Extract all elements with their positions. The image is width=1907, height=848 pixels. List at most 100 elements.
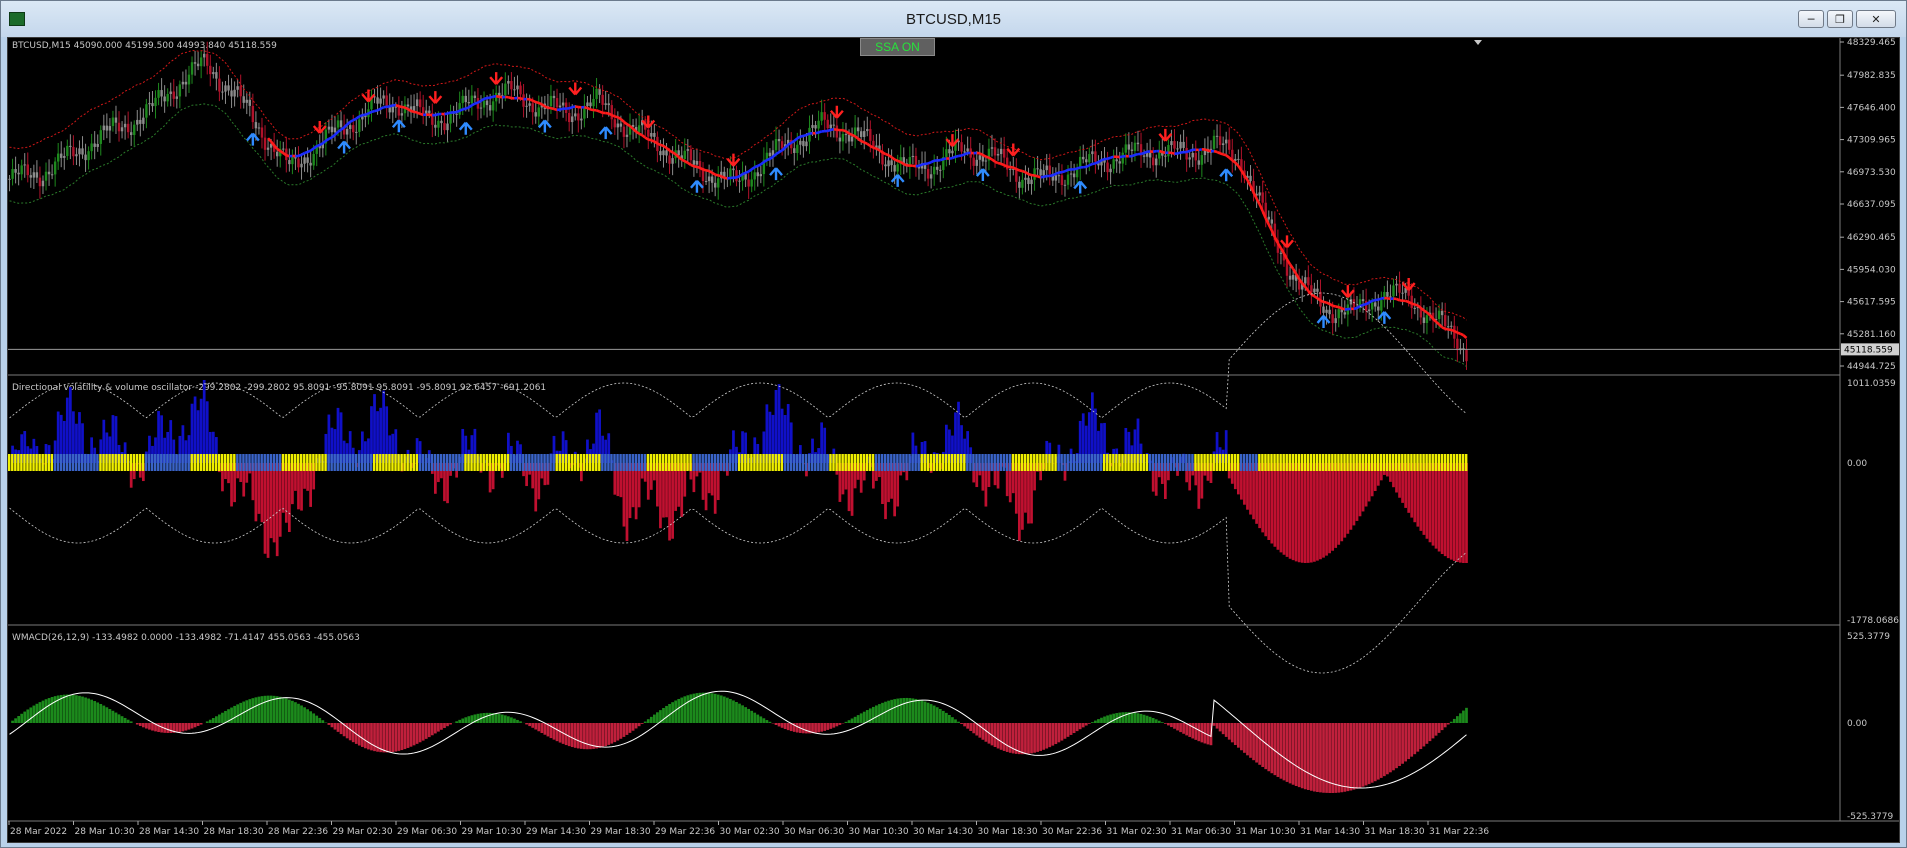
ssa-line-segment [766,157,771,162]
chart-area[interactable]: 48329.465 47982.835 47646.400 47309.965 4697… [7,37,1900,843]
candle-body [589,102,592,107]
candle-body [20,165,23,175]
candle-body [1136,142,1140,145]
candle-body [184,81,188,85]
ssa-line-segment [468,104,473,109]
ssa-line-segment [796,135,802,140]
candle-body [251,105,255,123]
candle-body [738,180,741,182]
time-tick-label: 28 Mar 14:30 [139,827,199,837]
chart-canvas[interactable]: 48329.465 47982.835 47646.400 47309.965 4697… [8,38,1899,842]
ssa-line-segment [991,158,996,163]
ssa-line-segment [912,164,917,168]
candle-body [1185,147,1188,160]
ssa-line-segment [1034,174,1038,178]
candle-body [1367,309,1371,312]
ssa-line-segment [644,136,649,141]
ssa-line-segment [1143,150,1148,155]
lower-band [9,103,1467,368]
candle-body [53,161,57,175]
candle-body [1030,179,1033,185]
candle-body [449,112,452,124]
ssa-line-segment [1000,162,1005,167]
close-icon[interactable]: ✕ [1856,10,1896,28]
candle-body [793,148,796,153]
ssa-line-segment [312,145,318,150]
candle-body [1261,192,1264,203]
candle-body [1118,161,1121,164]
ssa-line-segment [282,151,288,157]
candle-body [1066,174,1070,185]
candle-body [50,174,54,176]
ssa-line-segment [845,130,850,135]
window-title: BTCUSD,M15 [905,10,1002,28]
candle-body [1045,165,1048,171]
candle-body [1380,300,1383,311]
candle-body [1115,159,1118,162]
candle-body [990,147,994,149]
candle-body [1009,168,1012,170]
time-tick-label: 29 Mar 18:30 [591,827,651,837]
ssa-line-segment [800,134,804,138]
ssa-line-segment [1326,301,1331,306]
candle-body [516,85,519,90]
candle-body [1386,292,1389,297]
ssa-line-segment [842,128,847,133]
ssa-line-segment [614,115,619,119]
price-tick-label: 47646.400 [1847,103,1896,113]
ssa-toggle-button[interactable]: SSA ON [860,38,935,56]
candle-body [601,94,604,105]
restore-icon[interactable]: ❐ [1827,10,1853,28]
candle-body [352,125,355,133]
candle-body [893,165,896,172]
candle-body [434,124,437,128]
candle-body [35,172,39,178]
ssa-line-segment [404,106,409,111]
candle-body [221,91,224,93]
ssa-line-segment [690,163,695,168]
ssa-line-segment [1441,326,1446,330]
candle-body [945,149,948,158]
candle-body [488,105,492,111]
candle-body [820,112,823,121]
ssa-line-segment [699,166,704,171]
candle-body [1194,152,1197,161]
ssa-line-segment [1161,150,1166,155]
candle-body [504,83,507,96]
candle-body [929,174,933,179]
candle-body [391,106,394,113]
candle-body [358,119,361,132]
candle-body [838,137,842,142]
ssa-line-segment [374,109,378,113]
ssa-line-segment [921,162,926,166]
ssa-line-segment [1110,155,1115,159]
candle-body [555,98,559,108]
candle-body [163,96,166,102]
candle-body [1164,155,1167,157]
minimize-icon[interactable]: ─ [1798,10,1824,28]
candle-body [510,80,513,90]
arrow-down-icon [1006,143,1021,157]
candle-body [473,95,477,99]
candle-body [309,162,312,166]
candle-body [306,157,309,163]
price-tick-label: 47309.965 [1847,136,1896,146]
ssa-line-segment [1052,172,1057,177]
candle-body [32,172,36,178]
candle-body [17,172,20,175]
candle-body [1106,162,1109,173]
candle-body [1002,148,1006,158]
candle-body [166,93,169,102]
ssa-line-segment [1024,171,1030,176]
ssa-line-segment [988,156,993,161]
candle-body [1121,152,1124,164]
ssa-line-segment [1198,148,1203,152]
time-tick-label: 28 Mar 10:30 [75,827,135,837]
ssa-line-segment [961,153,966,157]
ssa-line-segment [863,141,868,145]
candle-body [561,102,565,106]
candle-body [1200,155,1204,165]
candle-body [394,106,398,108]
candle-body [1060,175,1064,186]
price-tick-label: 47982.835 [1847,71,1896,81]
